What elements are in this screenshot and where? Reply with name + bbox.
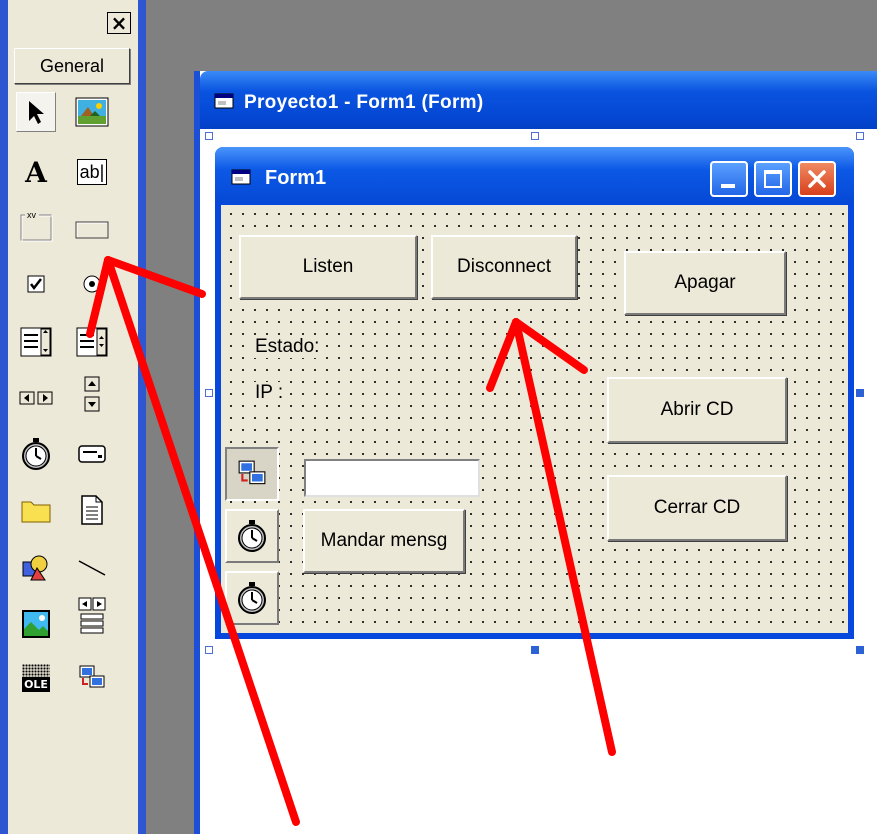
toolbox-right-border [138, 0, 146, 834]
close-button[interactable] [798, 161, 836, 197]
filelistbox-tool-icon[interactable] [72, 490, 112, 530]
designer-title: Proyecto1 - Form1 (Form) [244, 92, 484, 113]
textbox-tool-icon[interactable]: ab| [72, 152, 112, 192]
toolbox-left-border [0, 0, 8, 834]
timer-icon [238, 520, 266, 552]
selection-handle-bottom-right[interactable] [856, 646, 864, 654]
pointer-tool-icon[interactable] [16, 92, 56, 132]
selection-handle-bottom-left[interactable] [205, 646, 213, 654]
form1-client-area: Listen Disconnect Apagar Estado: IP : Ab… [221, 205, 848, 633]
form-icon [231, 169, 251, 185]
winsock-tool-icon[interactable] [72, 658, 112, 698]
timer-icon [238, 582, 266, 614]
maximize-icon [764, 170, 782, 188]
listen-button[interactable]: Listen [239, 235, 417, 299]
optionbutton-tool-icon[interactable] [72, 264, 112, 304]
ip-label: IP : [253, 382, 290, 404]
minimize-icon [721, 184, 735, 188]
form1-title-bar[interactable]: Form1 [215, 147, 854, 203]
winsock-control[interactable] [225, 447, 279, 501]
hscrollbar-tool-icon[interactable] [16, 378, 56, 418]
timer-tool-icon[interactable] [16, 434, 56, 474]
dirlistbox-tool-icon[interactable] [16, 490, 56, 530]
message-input[interactable] [304, 459, 480, 497]
data-tool-icon[interactable] [72, 596, 112, 636]
svg-text:xv: xv [27, 210, 37, 220]
minimize-button[interactable] [710, 161, 748, 197]
estado-label: Estado: [253, 336, 326, 358]
frame-tool-icon[interactable]: xv [16, 206, 56, 246]
maximize-button[interactable] [754, 161, 792, 197]
form-icon [214, 93, 234, 109]
combobox-tool-icon[interactable] [16, 322, 56, 362]
selection-handle-left[interactable] [205, 389, 213, 397]
abrir-cd-button[interactable]: Abrir CD [607, 377, 787, 443]
winsock-icon [238, 460, 266, 485]
listbox-tool-icon[interactable] [72, 322, 112, 362]
selection-handle-top-left[interactable] [205, 132, 213, 140]
selection-handle-top-right[interactable] [856, 132, 864, 140]
toolbox-close-button[interactable]: × [107, 12, 131, 34]
form1-title: Form1 [265, 167, 327, 189]
drivelistbox-tool-icon[interactable] [72, 434, 112, 474]
selection-handle-right[interactable] [856, 389, 864, 397]
picturebox-tool-icon[interactable] [72, 92, 112, 132]
cerrar-cd-button[interactable]: Cerrar CD [607, 475, 787, 541]
checkbox-tool-icon[interactable] [16, 264, 56, 304]
label-tool-icon[interactable]: A [16, 152, 56, 192]
selection-handle-bottom[interactable] [531, 646, 539, 654]
ole-tool-icon[interactable]: OLE [16, 658, 56, 698]
form1-window: Form1 Listen Disconnect Apagar Estado: I… [215, 147, 854, 639]
toolbox-general-tab[interactable]: General [14, 48, 130, 84]
apagar-button[interactable]: Apagar [624, 251, 786, 315]
image-tool-icon[interactable] [16, 604, 56, 644]
vscrollbar-tool-icon[interactable] [72, 374, 112, 414]
disconnect-button[interactable]: Disconnect [431, 235, 577, 299]
timer-control-1[interactable] [225, 509, 279, 563]
designer-title-bar[interactable]: Proyecto1 - Form1 (Form) [200, 71, 877, 129]
shape-tool-icon[interactable] [16, 548, 56, 588]
commandbutton-tool-icon[interactable] [72, 210, 112, 250]
toolbox-panel: × General A ab| xv OLE [0, 0, 146, 834]
close-icon [808, 170, 826, 188]
mandar-mensaje-button[interactable]: Mandar mensg [303, 509, 465, 573]
timer-control-2[interactable] [225, 571, 279, 625]
line-tool-icon[interactable] [72, 548, 112, 588]
selection-handle-top[interactable] [531, 132, 539, 140]
